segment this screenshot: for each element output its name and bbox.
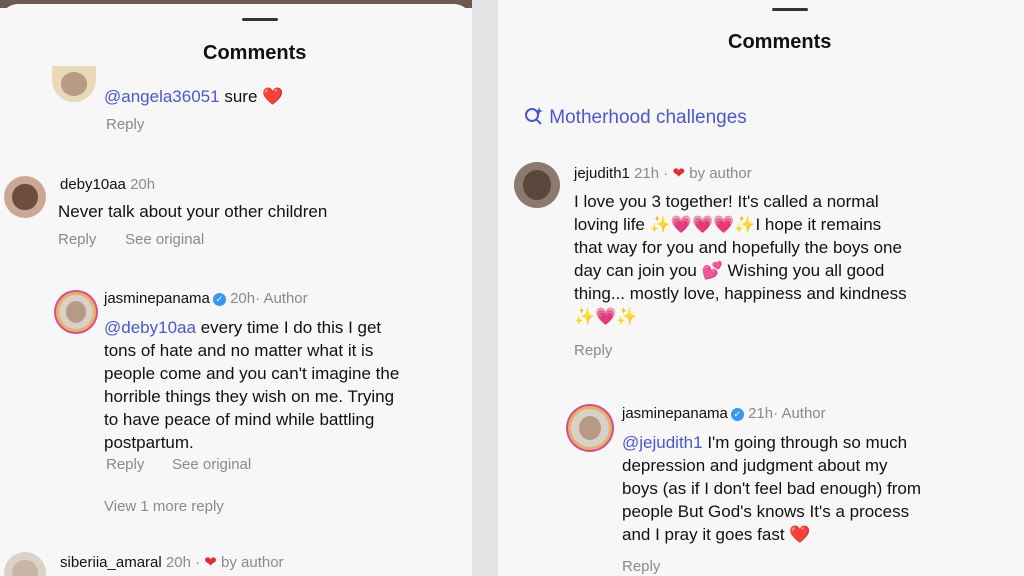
comment-line: people But God's knows It's a process <box>622 502 910 521</box>
see-original-button[interactable]: See original <box>172 456 251 473</box>
comment-header: jasminepanama ✓ 21h· Author <box>622 405 826 422</box>
topic-label: Motherhood challenges <box>549 107 747 128</box>
verified-badge-icon: ✓ <box>212 293 226 306</box>
comment-time: 20h · <box>165 554 201 571</box>
comment-header: siberiia_amaral 20h · ❤ by author <box>60 553 284 571</box>
comment-line: loving life <box>574 215 645 234</box>
comment-line: I love you 3 together! It's called a nor… <box>574 192 879 211</box>
comment-line: tons of hate and no matter what it is <box>104 341 374 360</box>
author-label: · Author <box>773 405 826 422</box>
avatar[interactable] <box>568 406 612 450</box>
comment-line: to have peace of mind while battling <box>104 410 375 429</box>
comment-line: every time I do this I get <box>200 318 382 337</box>
avatar[interactable] <box>52 66 96 102</box>
comment-text: Never talk about your other children <box>58 202 328 221</box>
author-label: · Author <box>255 290 308 307</box>
comment-header: jejudith1 21h · ❤ by author <box>574 164 752 182</box>
comment-line: people come and you can't imagine the <box>104 364 400 383</box>
comment-time: 21h <box>748 405 774 422</box>
comment-text: @deby10aa every time I do this I get ton… <box>104 316 464 454</box>
username-link[interactable]: jasminepanama <box>622 405 728 422</box>
view-more-replies-button[interactable]: View 1 more reply <box>104 498 224 515</box>
comment-line: and I pray it goes fast <box>622 525 785 544</box>
reply-button[interactable]: Reply <box>106 456 144 473</box>
topic-chip[interactable]: Motherhood challenges <box>524 106 747 129</box>
comments-sheet: Comments Motherhood challenges jejudith1… <box>498 0 1024 576</box>
mention-link[interactable]: @deby10aa <box>104 318 196 337</box>
drag-handle[interactable] <box>242 18 278 21</box>
right-comments-panel: Comments Motherhood challenges jejudith1… <box>498 0 1024 576</box>
comment-line: day can join you <box>574 261 697 280</box>
comments-title: Comments <box>728 31 832 53</box>
comment-line: horrible things they wish on me. Trying <box>104 387 395 406</box>
see-original-button[interactable]: See original <box>125 231 204 248</box>
reply-button[interactable]: Reply <box>106 116 144 133</box>
left-comments-panel: Comments @angela36051 sure ❤️ Reply deby… <box>0 0 472 576</box>
heart-icon: ❤ <box>672 165 686 182</box>
comment-line: I'm going through so much <box>707 433 908 452</box>
red-heart-icon: ❤️ <box>789 525 811 544</box>
pink-heart-icon: 💗 <box>595 307 617 326</box>
reply-button[interactable]: Reply <box>622 558 660 575</box>
comment-line: boys (as if I don't feel bad enough) fro… <box>622 479 922 498</box>
comment-time: 20h <box>130 176 156 193</box>
username-link[interactable]: deby10aa <box>60 176 126 193</box>
comments-title: Comments <box>203 42 307 64</box>
comment-text: @angela36051 sure ❤️ <box>104 85 283 108</box>
comment-line: depression and judgment about my <box>622 456 888 475</box>
comment-header: deby10aa 20h <box>60 176 155 193</box>
comment-line: postpartum. <box>104 433 194 452</box>
comment-line: that way for you and hopefully the boys … <box>574 238 902 257</box>
sparkles-icon: ✨ <box>616 307 638 326</box>
username-link[interactable]: jejudith1 <box>574 165 630 182</box>
pink-heart-icon: 💗💗💗 <box>670 215 735 234</box>
reply-button[interactable]: Reply <box>58 231 96 248</box>
comment-header: jasminepanama ✓ 20h· Author <box>104 290 308 307</box>
sparkles-icon: ✨ <box>574 307 596 326</box>
mention-link[interactable]: @jejudith1 <box>622 433 703 452</box>
reply-button[interactable]: Reply <box>574 342 612 359</box>
drag-handle[interactable] <box>772 8 808 11</box>
comment-time: 21h · <box>634 165 669 182</box>
mention-link[interactable]: @angela36051 <box>104 87 220 106</box>
comment-body: sure <box>224 87 258 106</box>
search-sparkle-icon <box>524 107 549 128</box>
username-link[interactable]: jasminepanama <box>104 290 210 307</box>
liked-by-author: by author <box>689 165 752 182</box>
comment-line: I hope it remains <box>755 215 882 234</box>
two-hearts-icon: 💕 <box>701 261 723 280</box>
verified-badge-icon: ✓ <box>730 408 744 421</box>
comment-time: 20h <box>230 290 256 307</box>
sparkles-icon: ✨ <box>734 215 756 234</box>
comment-line: thing... mostly love, happiness and kind… <box>574 284 907 303</box>
comment-text: @jejudith1 I'm going through so much dep… <box>622 431 1014 546</box>
comment-line: Wishing you all good <box>727 261 885 280</box>
comment-text: I love you 3 together! It's called a nor… <box>574 190 1014 328</box>
avatar[interactable] <box>56 292 96 332</box>
liked-by-author: by author <box>221 554 284 571</box>
comments-sheet: Comments @angela36051 sure ❤️ Reply deby… <box>0 4 472 576</box>
sparkles-icon: ✨ <box>649 215 671 234</box>
avatar[interactable] <box>4 176 46 218</box>
red-heart-icon: ❤️ <box>262 87 284 106</box>
avatar[interactable] <box>514 162 560 208</box>
username-link[interactable]: siberiia_amaral <box>60 554 162 571</box>
heart-icon: ❤ <box>204 554 217 571</box>
avatar[interactable] <box>4 552 46 576</box>
